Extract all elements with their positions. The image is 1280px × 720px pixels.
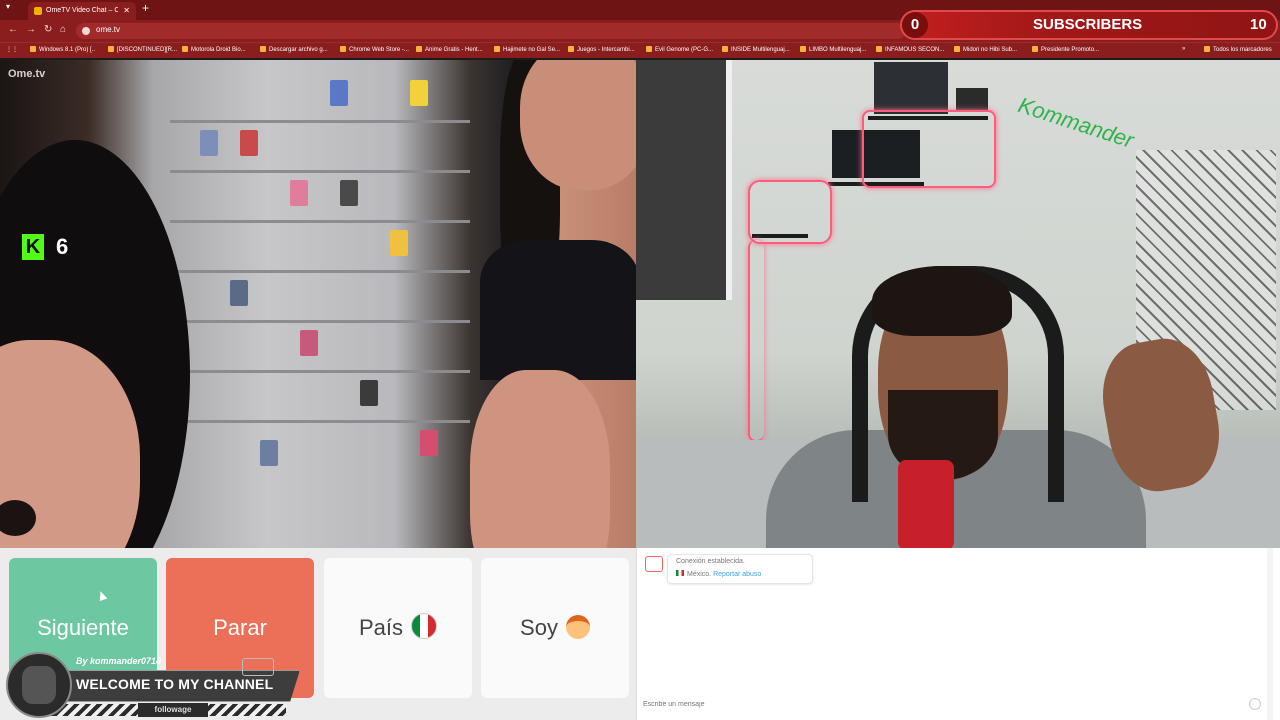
bookmark-item[interactable]: LIMBO Multilenguaj... (800, 46, 866, 53)
bookmark-item[interactable]: [DISCONTINUED][R... (108, 46, 177, 53)
apps-icon[interactable]: ⋮⋮ (6, 46, 18, 53)
stranger-video: Ome.tv K 6 (0, 60, 636, 548)
tab-title: OmeTV Video Chat – Ome… (46, 7, 118, 14)
forward-icon[interactable]: → (26, 24, 36, 35)
welcome-message: WELCOME TO MY CHANNEL (76, 676, 274, 692)
next-button-label: Siguiente (37, 615, 129, 640)
boy-face-icon (565, 615, 590, 639)
bookmark-item[interactable]: Midori no Hibi Sub... (954, 46, 1017, 53)
close-tab-icon[interactable]: ✕ (123, 2, 130, 20)
mexico-flag-icon (411, 613, 438, 639)
tab-search-icon[interactable]: ▾ (6, 2, 10, 11)
subscriber-goal-overlay: 0 SUBSCRIBERS 10 (900, 10, 1278, 40)
new-tab-icon[interactable]: + (142, 1, 149, 15)
stop-button-label: Parar (213, 615, 267, 640)
chat-panel: Conexión establecida. México. Reportar a… (636, 548, 1280, 720)
self-camera-video: Kommander (636, 60, 1280, 548)
connection-status: Conexión establecida. (676, 558, 745, 565)
message-input[interactable] (641, 694, 1265, 714)
bookmark-item[interactable]: Descargar archivo g... (260, 46, 328, 53)
bookmark-item[interactable]: INFAMOUS SECON... (876, 46, 944, 53)
weapon-icon (242, 658, 274, 676)
ometv-chat-icon (645, 556, 663, 572)
report-abuse-link[interactable]: Reportar abuso (713, 571, 761, 578)
kick-logo-icon: K (22, 234, 44, 260)
subscriber-count: 0 (902, 12, 928, 38)
bookmark-item[interactable]: Presidente Promoto... (1032, 46, 1099, 53)
bookmarks-bar: ⋮⋮ Windows 8.1 (Pro) [.. [DISCONTINUED][… (0, 42, 1280, 58)
url-text: ome.tv (96, 25, 121, 34)
welcome-by: By kommander0718 (76, 656, 162, 666)
back-icon[interactable]: ← (8, 24, 18, 35)
partner-country: México. (687, 571, 712, 578)
bookmark-item[interactable]: Anime Gratis - Hent... (416, 46, 483, 53)
scrollbar[interactable] (1267, 548, 1273, 720)
all-bookmarks-folder[interactable]: Todos los marcadores (1204, 46, 1272, 53)
country-selector[interactable]: País (324, 558, 472, 698)
country-label: País (358, 615, 404, 640)
browser-tab[interactable]: OmeTV Video Chat – Ome… ✕ (28, 2, 136, 20)
gender-selector[interactable]: Soy (481, 558, 629, 698)
bookmark-item[interactable]: Motorola Droid Bio... (182, 46, 246, 53)
system-message: Conexión establecida. México. Reportar a… (667, 554, 813, 584)
url-input[interactable]: ome.tv (76, 23, 906, 39)
bookmark-item[interactable]: Evil Genome (PC-G... (646, 46, 713, 53)
ometv-watermark: Ome.tv (8, 68, 46, 80)
reload-icon[interactable]: ↻ (44, 24, 52, 35)
ometv-favicon-icon (34, 7, 42, 15)
emoji-icon[interactable] (1249, 698, 1261, 710)
subscriber-goal: 10 (1250, 16, 1267, 33)
home-icon[interactable]: ⌂ (60, 24, 66, 35)
streamer-avatar (6, 652, 72, 718)
welcome-overlay: By kommander0718 WELCOME TO MY CHANNEL f… (6, 652, 300, 718)
site-info-icon[interactable] (82, 27, 90, 35)
bookmark-item[interactable]: INSIDE Multilenguaj... (722, 46, 790, 53)
bookmark-item[interactable]: Chrome Web Store -... (340, 46, 409, 53)
subscriber-label: SUBSCRIBERS (1033, 16, 1143, 33)
kick-viewer-count: 6 (56, 234, 69, 259)
bookmark-item[interactable]: Windows 8.1 (Pro) [.. (30, 46, 95, 53)
bookmark-item[interactable]: Juegos - Intercambi... (568, 46, 635, 53)
gender-label: Soy (520, 615, 558, 640)
mexico-flag-icon (676, 570, 684, 576)
bookmark-item[interactable]: Hajimete no Gal Se... (494, 46, 560, 53)
followage-label: followage (138, 703, 208, 717)
partner-info: México. Reportar abuso (676, 570, 761, 578)
chevron-right-icon[interactable]: » (1182, 46, 1185, 52)
